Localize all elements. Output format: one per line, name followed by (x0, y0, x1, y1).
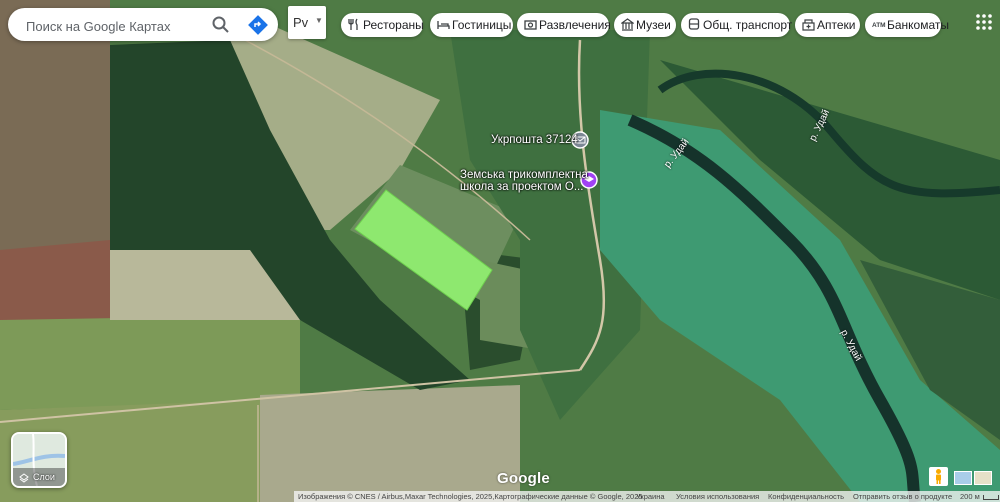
language-selector[interactable]: Рv ▼ (288, 6, 326, 39)
layers-label: Слои (33, 472, 55, 482)
chevron-down-icon: ▼ (315, 16, 323, 25)
svg-text:ATM: ATM (872, 22, 886, 29)
country-link[interactable]: Украина (636, 492, 665, 501)
chip-hotels[interactable]: Гостиницы (430, 13, 513, 37)
apps-grid-icon[interactable] (974, 12, 994, 32)
camera-icon (524, 20, 537, 30)
museum-icon (621, 18, 634, 31)
layers-button[interactable]: Слои (11, 432, 67, 488)
bed-icon (437, 21, 450, 29)
scale-bar (983, 495, 999, 500)
chip-label: Рестораны (363, 18, 424, 32)
search-box[interactable] (8, 8, 278, 41)
pharmacy-icon (802, 19, 815, 31)
chip-label: Общ. транспорт (703, 18, 793, 32)
chip-pharmacies[interactable]: Аптеки (795, 13, 860, 37)
chip-atms[interactable]: ATM Банкоматы (865, 13, 949, 37)
language-current: Рv (293, 15, 309, 30)
attribution-text: Изображения © CNES / Airbus,Maxar Techno… (298, 492, 643, 501)
poi-label-school-line1[interactable]: Земська трикомплектна (460, 169, 588, 181)
scale-label[interactable]: 200 м (960, 492, 980, 501)
bus-icon (688, 18, 700, 30)
chip-label: Развлечения (539, 18, 611, 32)
satellite-map[interactable] (0, 0, 1000, 502)
chip-label: Банкоматы (887, 18, 950, 32)
chip-transit[interactable]: Общ. транспорт (681, 13, 793, 37)
terms-link[interactable]: Условия использования (676, 492, 759, 501)
chip-restaurants[interactable]: Рестораны (341, 13, 424, 37)
poi-label-post[interactable]: Укрпошта 37124 (491, 134, 578, 146)
search-input[interactable] (24, 15, 208, 37)
search-icon[interactable] (211, 15, 231, 35)
chip-label: Музеи (636, 18, 671, 32)
google-logo: Google (497, 470, 550, 487)
chip-entertainment[interactable]: Развлечения (517, 13, 611, 37)
atm-icon: ATM (872, 22, 886, 29)
footer-bar: Изображения © CNES / Airbus,Maxar Techno… (294, 491, 1000, 502)
feedback-link[interactable]: Отправить отзыв о продукте (853, 492, 952, 501)
directions-icon[interactable] (248, 15, 268, 35)
poi-label-school-line2[interactable]: школа за проектом О... (460, 181, 583, 193)
chip-label: Гостиницы (452, 18, 512, 32)
terrain-thumbnail[interactable] (974, 471, 992, 485)
fork-knife-icon (348, 18, 358, 30)
chip-museums[interactable]: Музеи (614, 13, 676, 37)
layers-icon (19, 473, 29, 483)
chip-label: Аптеки (817, 18, 856, 32)
pegman-icon[interactable] (929, 467, 948, 486)
map-type-thumbnail[interactable] (954, 471, 972, 485)
privacy-link[interactable]: Конфиденциальность (768, 492, 844, 501)
